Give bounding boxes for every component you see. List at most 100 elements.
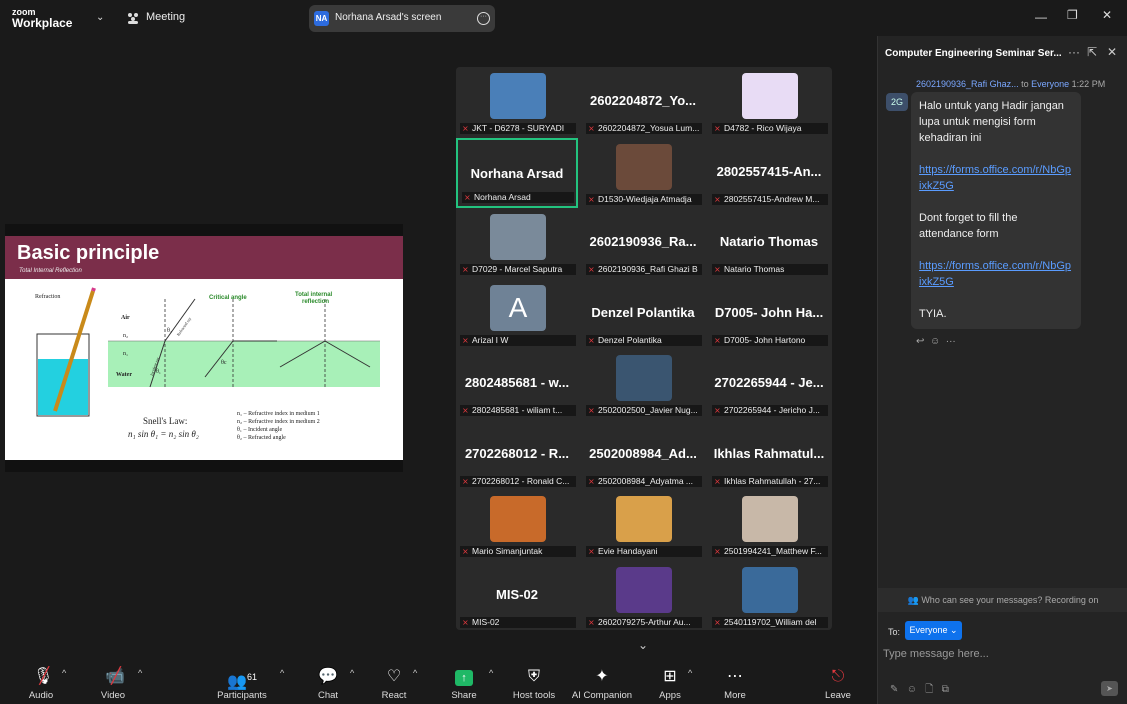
react-caret-icon[interactable]: ^	[413, 668, 417, 678]
shield-icon: ⛨	[527, 668, 540, 685]
recording-notice[interactable]: 👥 Who can see your messages? Recording o…	[878, 588, 1127, 612]
chat-close-icon[interactable]: ✕	[1107, 45, 1117, 59]
meeting-label[interactable]: Meeting	[146, 11, 185, 23]
participant-tile[interactable]: 2702268012 - R... ⨯ 2702268012 - Ronald C.…	[456, 419, 578, 490]
participant-tile[interactable]: ⨯ Mario Simanjuntak	[456, 490, 578, 560]
participant-display-name: 2802557415-An...	[716, 163, 822, 179]
participant-tile[interactable]: ⨯ 2501994241_Matthew F...	[708, 490, 830, 560]
video-button[interactable]: 📹╱ Video	[78, 658, 148, 701]
participant-tile[interactable]: Ikhlas Rahmatul... ⨯ Ikhlas Rahmatullah - …	[708, 419, 830, 490]
format-icon[interactable]: ✎	[890, 684, 898, 695]
slide-subtitle: Total Internal Reflection	[19, 268, 82, 274]
participant-display-name: D7005- John Ha...	[714, 304, 824, 320]
share-label: Share	[451, 690, 477, 701]
participant-name-label: ⨯ D1530-Wiedjaja Atmadja	[586, 193, 702, 205]
file-icon[interactable]: 🗋	[925, 684, 933, 695]
reply-icon[interactable]: ↩	[916, 336, 924, 347]
chat-panel: Computer Engineering Seminar Ser... ··· …	[877, 36, 1127, 704]
screenshot-icon[interactable]: ⧉	[942, 684, 949, 695]
participant-tile[interactable]: Denzel Polantika ⨯ Denzel Polantika	[582, 278, 704, 349]
host-tools-button[interactable]: ⛨ Host tools	[499, 658, 569, 701]
participant-tile[interactable]: 2702265944 - Je... ⨯ 2702265944 - Jericho …	[708, 349, 830, 419]
participant-tile[interactable]: ⨯ 2502002500_Javier Nug...	[582, 349, 704, 419]
audio-caret-icon[interactable]: ^	[62, 668, 66, 678]
ai-companion-button[interactable]: ✦ AI Companion	[567, 658, 637, 701]
participant-tile[interactable]: A ⨯ Arizal I W	[456, 278, 578, 349]
audio-button[interactable]: 🎙╱ Audio	[6, 658, 76, 701]
participant-tile[interactable]: 2802485681 - w... ⨯ 2802485681 - wiliam t.…	[456, 349, 578, 419]
apps-button[interactable]: ⊞ Apps	[635, 658, 705, 701]
leave-button[interactable]: ⎋ Leave	[803, 658, 873, 701]
participant-name: 2602079275-Arthur Au...	[598, 616, 691, 627]
chat-caret-icon[interactable]: ^	[350, 668, 354, 678]
message-more-icon[interactable]: ···	[946, 336, 956, 347]
popout-icon[interactable]: ⇱	[1087, 45, 1097, 59]
participant-name: 2702265944 - Jericho J...	[724, 405, 820, 415]
participant-tile[interactable]: MIS-02 ⨯ MIS-02	[456, 560, 578, 630]
participant-tile[interactable]: ⨯ D7029 - Marcel Saputra	[456, 208, 578, 278]
scroll-down-chevron-icon[interactable]: ⌄	[638, 638, 648, 652]
mic-muted-icon: ⨯	[714, 406, 721, 415]
host-tools-label: Host tools	[512, 690, 556, 701]
participant-name: Natario Thomas	[724, 264, 785, 274]
participant-name-label: ⨯ 2802557415-Andrew M...	[712, 193, 828, 205]
mic-muted-icon: ⨯	[588, 265, 595, 274]
n2-label: n₂	[123, 333, 129, 339]
react-button[interactable]: ♡ React	[359, 658, 429, 701]
share-title: Norhana Arsad's screen	[335, 12, 442, 23]
participant-tile[interactable]: 2502008984_Ad... ⨯ 2502008984_Adyatma ...	[582, 419, 704, 490]
participant-tile[interactable]: Norhana Arsad ⨯ Norhana Arsad	[456, 137, 578, 208]
snell-title: Snell's Law:	[143, 416, 188, 426]
more-button[interactable]: ⋯ More	[700, 658, 770, 701]
participant-name-label: ⨯ D7005- John Hartono	[712, 334, 828, 346]
participant-tile[interactable]: D7005- John Ha... ⨯ D7005- John Hartono	[708, 278, 830, 349]
participants-button[interactable]: 👥61 Participants	[207, 658, 277, 701]
message-input[interactable]	[883, 646, 1118, 662]
close-icon[interactable]: ✕	[1102, 8, 1112, 22]
mic-muted-icon: ⨯	[714, 617, 721, 627]
video-caret-icon[interactable]: ^	[138, 668, 142, 678]
participant-tile[interactable]: Natario Thomas ⨯ Natario Thomas	[708, 208, 830, 278]
emoji-react-icon[interactable]: ☺	[930, 336, 940, 347]
participant-name-label: ⨯ 2702268012 - Ronald C...	[460, 475, 576, 487]
form-link-2[interactable]: https://forms.office.com/r/NbGpixkZ5G	[919, 260, 1071, 288]
slide: Basic principle Total Internal Reflectio…	[5, 236, 403, 460]
participant-name: 2502002500_Javier Nug...	[598, 405, 698, 415]
chat-more-icon[interactable]: ···	[1068, 45, 1080, 59]
mic-muted-icon: ⨯	[462, 617, 469, 627]
participant-name-label: ⨯ 2502002500_Javier Nug...	[586, 405, 702, 416]
mic-muted-icon: ⨯	[588, 194, 595, 204]
mic-muted-icon: ⨯	[588, 547, 595, 556]
participant-tile[interactable]: 2602204872_Yo... ⨯ 2602204872_Yosua Lum...	[582, 67, 704, 137]
participant-video	[616, 496, 672, 542]
mic-muted-icon: ⨯	[714, 547, 721, 556]
send-button[interactable]: ➤	[1101, 681, 1118, 696]
shared-screen[interactable]: Basic principle Total Internal Reflectio…	[5, 224, 403, 472]
participant-video	[742, 566, 798, 613]
participant-tile[interactable]: ⨯ Evie Handayani	[582, 490, 704, 560]
participant-tile[interactable]: ⨯ D1530-Wiedjaja Atmadja	[582, 137, 704, 208]
screen-share-pill[interactable]: NA Norhana Arsad's screen ···	[309, 5, 495, 32]
mic-muted-icon: ⨯	[462, 265, 469, 274]
minimize-icon[interactable]: —	[1035, 10, 1047, 24]
more-options-icon[interactable]: ···	[477, 12, 490, 25]
apps-caret-icon[interactable]: ^	[688, 668, 692, 678]
participant-tile[interactable]: 2802557415-An... ⨯ 2802557415-Andrew M...	[708, 137, 830, 208]
emoji-icon[interactable]: ☺	[907, 684, 917, 695]
mic-muted-icon: ⨯	[588, 406, 595, 415]
participant-tile[interactable]: 2602190936_Ra... ⨯ 2602190936_Rafi Ghazi B	[582, 208, 704, 278]
share-button[interactable]: ↑ Share	[429, 658, 499, 701]
participant-tile[interactable]: ⨯ 2602079275-Arthur Au...	[582, 560, 704, 630]
participant-tile[interactable]: ⨯ 2540119702_William del	[708, 560, 830, 630]
participant-tile[interactable]: ⨯ D4782 - Rico Wijaya	[708, 67, 830, 137]
participants-caret-icon[interactable]: ^	[280, 668, 284, 678]
message-sender[interactable]: 2602190936_Rafi Ghaz...	[916, 79, 1019, 89]
chat-button[interactable]: 💬 Chat	[293, 658, 363, 701]
participant-name: Ikhlas Rahmatullah - 27...	[724, 475, 821, 486]
form-link-1[interactable]: https://forms.office.com/r/NbGpixkZ5G	[919, 164, 1071, 192]
share-caret-icon[interactable]: ^	[489, 668, 493, 678]
participant-tile[interactable]: ⨯ JKT - D6278 - SURYADI	[456, 67, 578, 137]
restore-icon[interactable]: ❐	[1067, 8, 1078, 22]
recipient-dropdown[interactable]: Everyone ⌄	[905, 621, 962, 640]
chevron-down-icon[interactable]: ⌄	[96, 12, 104, 23]
